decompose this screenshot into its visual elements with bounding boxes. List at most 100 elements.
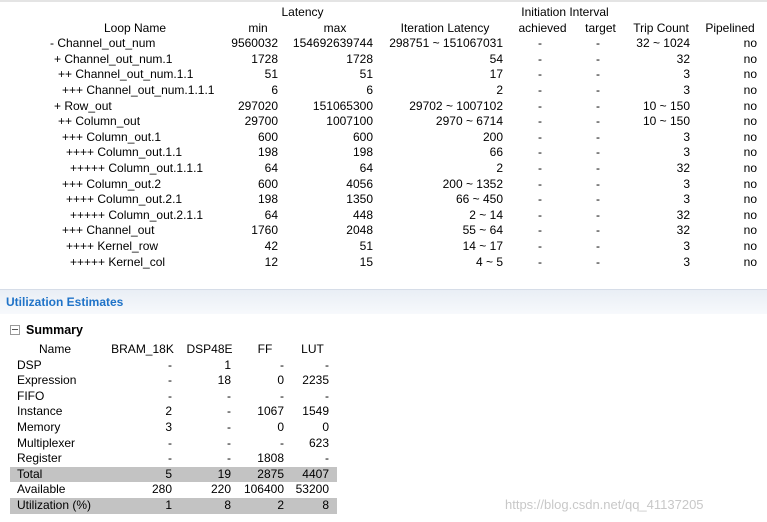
trip-count: 3 <box>683 176 690 191</box>
iteration-latency: 2 <box>496 83 503 97</box>
loop-row[interactable]: ++++ Column_out.1.1 198 198 66 - - 3 no <box>0 145 767 161</box>
trip-count: 3 <box>683 83 690 97</box>
loop-row[interactable]: ++ Column_out 29700 1007100 2970 ~ 6714 - - 10… <box>0 114 767 130</box>
dsp-value: 8 <box>224 498 231 512</box>
max-latency: 15 <box>359 254 373 269</box>
max-latency: 198 <box>352 145 373 160</box>
lut-value: - <box>325 357 329 372</box>
ff-value: 2875 <box>257 466 284 481</box>
ff-value: - <box>280 435 284 450</box>
ii-target: - <box>596 192 600 207</box>
pipelined: no <box>743 83 757 97</box>
dsp-value: 19 <box>217 466 231 481</box>
pipelined: no <box>743 176 757 191</box>
loop-name: ++ Channel_out_num.1.1 <box>58 67 194 82</box>
resource-name: Expression <box>17 373 77 388</box>
pipelined: no <box>743 161 757 175</box>
summary-row: Instance 2 - 1067 1549 <box>10 404 337 420</box>
iteration-latency: 2 ~ 14 <box>469 207 503 222</box>
col-min: min <box>248 20 268 35</box>
ii-achieved: - <box>538 176 542 191</box>
dsp-value: - <box>227 451 231 466</box>
loop-row[interactable]: +++ Column_out.2 600 4056 200 ~ 1352 - - 3 no <box>0 177 767 193</box>
lut-value: 0 <box>322 420 329 434</box>
max-latency: 1350 <box>346 192 373 207</box>
max-latency: 151065300 <box>312 98 373 113</box>
iteration-latency: 2 <box>496 161 503 175</box>
ii-target: - <box>596 239 600 253</box>
loop-name: +++ Channel_out_num.1.1.1 <box>62 83 215 97</box>
loop-name: +++ Column_out.1 <box>62 129 162 144</box>
loop-name: + Channel_out_num.1 <box>54 51 173 66</box>
ff-value: 1067 <box>257 404 284 419</box>
summary-row: DSP - 1 - - <box>10 358 337 374</box>
latency-group-header: Latency <box>281 5 324 19</box>
col-lut: LUT <box>301 342 324 356</box>
bram-value: 1 <box>165 498 172 512</box>
lut-value: 53200 <box>295 482 329 497</box>
ii-target: - <box>596 254 600 269</box>
bram-value: 3 <box>165 420 172 434</box>
bram-value: 2 <box>165 404 172 419</box>
summary-section-toggle[interactable]: Summary <box>10 323 83 337</box>
max-latency: 1007100 <box>326 114 373 129</box>
trip-count: 32 <box>676 161 690 175</box>
loop-row[interactable]: - Channel_out_num 9560032 154692639744 2987… <box>0 36 767 52</box>
loop-row[interactable]: +++ Column_out.1 600 600 200 - - 3 no <box>0 130 767 146</box>
trip-count: 32 <box>676 223 690 238</box>
col-ff: FF <box>257 342 273 356</box>
loop-row[interactable]: ++ Channel_out_num.1.1 51 51 17 - - 3 no <box>0 67 767 83</box>
initiation-interval-group-header: Initiation Interval <box>521 5 609 19</box>
ii-achieved: - <box>538 114 542 129</box>
loop-name: +++++ Column_out.2.1.1 <box>70 207 204 222</box>
loop-name: ++++ Kernel_row <box>66 239 159 253</box>
loop-name: +++++ Kernel_col <box>70 254 166 269</box>
col-trip-count: Trip Count <box>633 20 689 35</box>
loop-name: - Channel_out_num <box>50 36 156 51</box>
summary-row: Memory 3 - 0 0 <box>10 420 337 436</box>
summary-row: Expression - 18 0 2235 <box>10 373 337 389</box>
bram-value: 280 <box>151 482 172 497</box>
dsp-value: 220 <box>210 482 231 497</box>
min-latency: 600 <box>257 129 278 144</box>
resource-name: Register <box>17 451 62 466</box>
loop-name: +++ Column_out.2 <box>62 176 162 191</box>
min-latency: 6 <box>271 83 278 97</box>
collapse-icon[interactable] <box>10 324 20 335</box>
loop-row[interactable]: + Channel_out_num.1 1728 1728 54 - - 32 no <box>0 52 767 68</box>
loop-row[interactable]: +++ Channel_out_num.1.1.1 6 6 2 - - 3 no <box>0 83 767 99</box>
max-latency: 600 <box>352 129 373 144</box>
iteration-latency: 55 ~ 64 <box>462 223 503 238</box>
pipelined: no <box>743 98 757 113</box>
ii-target: - <box>596 161 600 175</box>
ff-value: - <box>280 357 284 372</box>
loop-row[interactable]: +++++ Column_out.2.1.1 64 448 2 ~ 14 - - 32 no <box>0 208 767 224</box>
summary-row: Total 5 19 2875 4407 <box>10 466 337 483</box>
loop-row[interactable]: +++++ Column_out.1.1.1 64 64 2 - - 32 no <box>0 161 767 177</box>
pipelined: no <box>743 239 757 253</box>
ff-value: 2 <box>277 498 284 512</box>
ii-achieved: - <box>538 207 542 222</box>
loop-name: +++ Channel_out <box>62 223 155 238</box>
resource-name: Utilization (%) <box>17 498 92 512</box>
pipelined: no <box>743 207 757 222</box>
max-latency: 4056 <box>346 176 373 191</box>
ii-target: - <box>596 83 600 97</box>
bram-value: - <box>168 435 172 450</box>
loop-row[interactable]: +++++ Kernel_col 12 15 4 ~ 5 - - 3 no <box>0 255 767 271</box>
loop-row[interactable]: +++ Channel_out 1760 2048 55 ~ 64 - - 32 no <box>0 223 767 239</box>
lut-value: 4407 <box>302 466 329 481</box>
trip-count: 10 ~ 150 <box>642 98 690 113</box>
ii-target: - <box>596 176 600 191</box>
iteration-latency: 66 ~ 450 <box>455 192 503 207</box>
ii-achieved: - <box>538 161 542 175</box>
col-max: max <box>323 20 347 35</box>
loop-row[interactable]: ++++ Kernel_row 42 51 14 ~ 17 - - 3 no <box>0 239 767 255</box>
loop-row[interactable]: + Row_out 297020 151065300 29702 ~ 1007102 -… <box>0 99 767 115</box>
loop-row[interactable]: ++++ Column_out.2.1 198 1350 66 ~ 450 - - 3 no <box>0 192 767 208</box>
summary-header-row: Name BRAM_18K DSP48E FF LUT <box>10 342 337 358</box>
trip-count: 3 <box>683 254 690 269</box>
column-header-row: Loop Name min max Iteration Latency achi… <box>0 21 767 37</box>
pipelined: no <box>743 223 757 238</box>
min-latency: 1728 <box>251 51 278 66</box>
